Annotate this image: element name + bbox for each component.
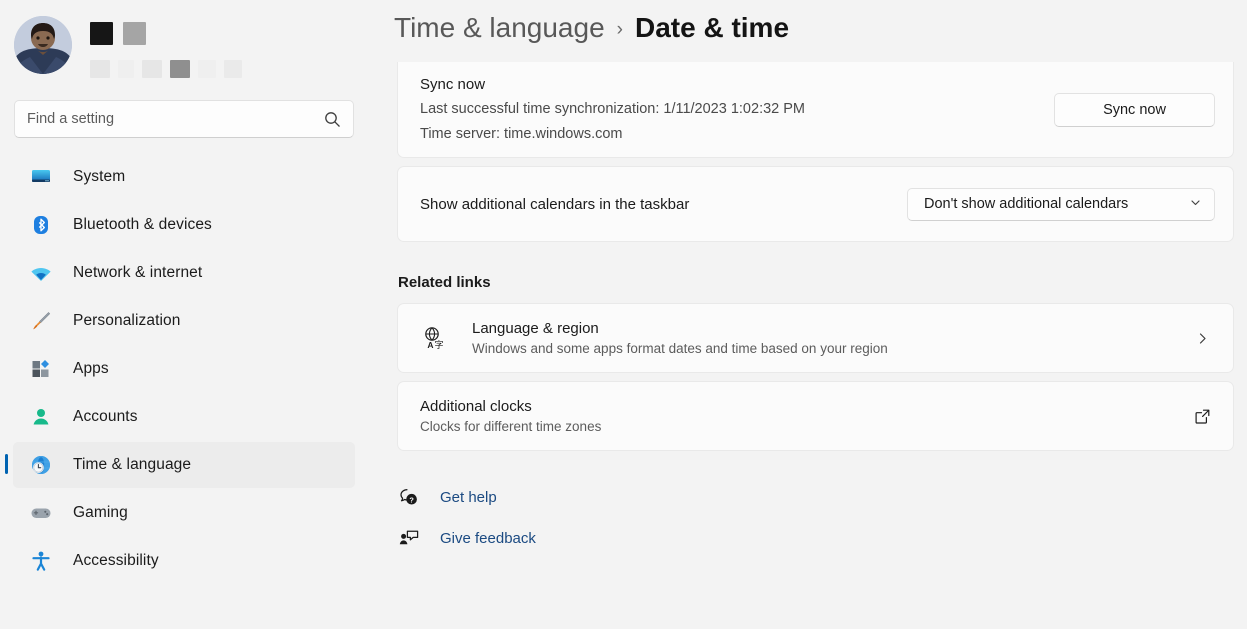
- help-bubble-icon: ?: [398, 488, 420, 507]
- give-feedback-label: Give feedback: [440, 530, 536, 547]
- settings-scroll-area[interactable]: Sync now Last successful time synchroniz…: [368, 62, 1247, 629]
- sidebar: System Bluetooth & devices: [0, 0, 368, 629]
- svg-text:A: A: [427, 340, 433, 350]
- sidebar-item-network-internet[interactable]: Network & internet: [13, 250, 355, 296]
- language-globe-icon: A 字: [420, 325, 448, 351]
- footer-links: ? Get help Give feedback: [398, 477, 1247, 559]
- sync-now-card: Sync now Last successful time synchroniz…: [397, 62, 1234, 158]
- search-container: [0, 96, 368, 138]
- sidebar-item-label: Gaming: [73, 504, 128, 522]
- breadcrumb-separator-icon: ›: [617, 15, 623, 41]
- get-help-link[interactable]: ? Get help: [398, 477, 1247, 518]
- row-title: Additional clocks: [420, 396, 1189, 417]
- globe-clock-icon: [29, 453, 53, 477]
- dropdown-selected-value: Don't show additional calendars: [924, 196, 1128, 212]
- row-subtitle: Clocks for different time zones: [420, 417, 1189, 437]
- sync-now-button[interactable]: Sync now: [1054, 93, 1215, 127]
- bluetooth-icon: [29, 213, 53, 237]
- account-email-redacted: [90, 60, 242, 78]
- monitor-icon: [29, 165, 53, 189]
- avatar[interactable]: [14, 16, 72, 74]
- breadcrumb: Time & language › Date & time: [394, 12, 789, 44]
- sidebar-item-personalization[interactable]: Personalization: [13, 298, 355, 344]
- sidebar-item-accessibility[interactable]: Accessibility: [13, 538, 355, 584]
- row-text: Language & region Windows and some apps …: [472, 318, 1189, 359]
- last-sync-text: Last successful time synchronization: 1/…: [420, 97, 805, 122]
- open-in-new-icon: [1189, 408, 1215, 425]
- sidebar-nav: System Bluetooth & devices: [0, 154, 368, 584]
- search-icon[interactable]: [324, 111, 341, 133]
- sidebar-item-label: Accessibility: [73, 552, 159, 570]
- sidebar-item-time-language[interactable]: Time & language: [13, 442, 355, 488]
- account-name-redacted: [90, 22, 242, 45]
- language-region-card: A 字 Language & region Windows and some a…: [397, 303, 1234, 373]
- sidebar-item-label: Personalization: [73, 312, 180, 330]
- related-link-language-region[interactable]: A 字 Language & region Windows and some a…: [398, 304, 1233, 372]
- row-text: Additional clocks Clocks for different t…: [420, 396, 1189, 437]
- related-link-additional-clocks[interactable]: Additional clocks Clocks for different t…: [398, 382, 1233, 450]
- breadcrumb-parent[interactable]: Time & language: [394, 12, 605, 44]
- additional-clocks-card: Additional clocks Clocks for different t…: [397, 381, 1234, 451]
- account-text: [90, 16, 242, 78]
- sidebar-item-label: Apps: [73, 360, 109, 378]
- sync-now-text: Sync now Last successful time synchroniz…: [420, 72, 805, 147]
- sidebar-item-label: Bluetooth & devices: [73, 216, 212, 234]
- give-feedback-link[interactable]: Give feedback: [398, 518, 1247, 559]
- chevron-right-icon: [1189, 331, 1215, 346]
- row-title: Language & region: [472, 318, 1189, 339]
- feedback-icon: [398, 529, 420, 548]
- search-box[interactable]: [14, 100, 354, 138]
- main-content: Time & language › Date & time Sync now L…: [368, 0, 1247, 629]
- svg-text:?: ?: [409, 495, 414, 504]
- sidebar-item-label: Time & language: [73, 456, 191, 474]
- wifi-icon: [29, 261, 53, 285]
- related-links-heading: Related links: [398, 274, 1247, 291]
- chevron-down-icon: [1189, 196, 1202, 213]
- sidebar-item-label: Network & internet: [73, 264, 202, 282]
- additional-calendars-label: Show additional calendars in the taskbar: [420, 196, 689, 213]
- search-input[interactable]: [27, 111, 341, 127]
- get-help-label: Get help: [440, 489, 497, 506]
- additional-calendars-row: Show additional calendars in the taskbar…: [397, 166, 1234, 242]
- account-block[interactable]: [0, 0, 368, 96]
- additional-calendars-dropdown[interactable]: Don't show additional calendars: [907, 188, 1215, 221]
- sidebar-item-gaming[interactable]: Gaming: [13, 490, 355, 536]
- paintbrush-icon: [29, 309, 53, 333]
- sidebar-item-label: Accounts: [73, 408, 138, 426]
- sidebar-item-apps[interactable]: Apps: [13, 346, 355, 392]
- sidebar-item-system[interactable]: System: [13, 154, 355, 200]
- time-server-text: Time server: time.windows.com: [420, 122, 805, 147]
- accessibility-icon: [29, 549, 53, 573]
- page-title: Date & time: [635, 12, 789, 44]
- gamepad-icon: [29, 501, 53, 525]
- person-icon: [29, 405, 53, 429]
- sync-now-title: Sync now: [420, 72, 805, 97]
- sidebar-item-label: System: [73, 168, 125, 186]
- row-subtitle: Windows and some apps format dates and t…: [472, 339, 1189, 359]
- svg-text:字: 字: [434, 339, 443, 351]
- sidebar-item-bluetooth-devices[interactable]: Bluetooth & devices: [13, 202, 355, 248]
- sidebar-item-accounts[interactable]: Accounts: [13, 394, 355, 440]
- apps-icon: [29, 357, 53, 381]
- settings-window: System Bluetooth & devices: [0, 0, 1247, 629]
